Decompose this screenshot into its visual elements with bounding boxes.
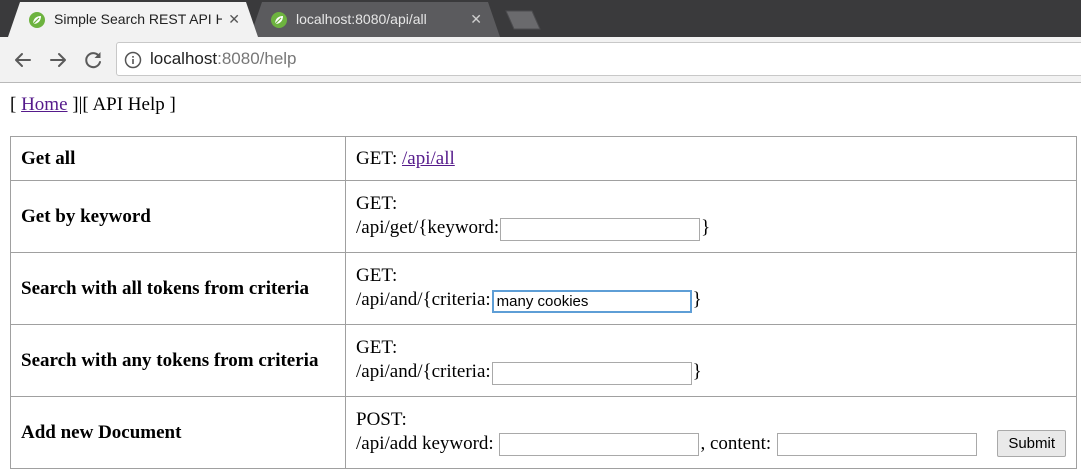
spring-leaf-icon bbox=[270, 11, 288, 29]
endpoint-label: Get by keyword bbox=[10, 180, 346, 253]
tab-api-all[interactable]: localhost:8080/api/all ✕ bbox=[250, 2, 500, 37]
table-row: Get all GET: /api/all bbox=[10, 136, 1077, 181]
keyword-input[interactable] bbox=[500, 217, 701, 241]
url-host: localhost bbox=[150, 49, 218, 68]
current-page-label: API Help bbox=[92, 94, 165, 115]
table-row: Add new Document POST: /api/add keyword:… bbox=[10, 396, 1077, 469]
http-method: GET: bbox=[356, 193, 398, 215]
endpoint-path: /api/get/{keyword: bbox=[356, 217, 500, 239]
browser-toolbar: localhost:8080/help bbox=[0, 37, 1081, 83]
content-label: , content: bbox=[700, 433, 772, 454]
http-method: GET: bbox=[356, 265, 398, 287]
endpoint-cell: GET: /api/get/{keyword:} bbox=[345, 180, 1077, 253]
bracket-text: [ bbox=[10, 94, 22, 115]
endpoint-path: /api/and/{criteria: bbox=[356, 361, 491, 383]
bracket-text: ]|[ bbox=[67, 94, 93, 115]
api-all-link[interactable]: /api/all bbox=[402, 148, 455, 169]
tab-title: localhost:8080/api/all bbox=[296, 11, 427, 27]
http-method: GET: bbox=[356, 337, 398, 359]
info-icon[interactable] bbox=[124, 51, 142, 69]
close-tab-icon[interactable]: ✕ bbox=[470, 9, 482, 29]
spring-leaf-icon bbox=[28, 11, 46, 29]
endpoint-cell: GET: /api/all bbox=[345, 136, 1077, 181]
endpoint-path: /api/and/{criteria: bbox=[356, 289, 491, 311]
table-row: Search with all tokens from criteria GET… bbox=[10, 252, 1077, 325]
tab-simple-search-help[interactable]: Simple Search REST API H ✕ bbox=[8, 2, 258, 37]
submit-button[interactable]: Submit bbox=[997, 430, 1066, 457]
and-criteria-input[interactable] bbox=[491, 289, 692, 313]
table-row: Get by keyword GET: /api/get/{keyword:} bbox=[10, 180, 1077, 253]
any-criteria-input[interactable] bbox=[491, 361, 692, 385]
tab-strip: Simple Search REST API H ✕ localhost:808… bbox=[0, 0, 1081, 37]
tab-title: Simple Search REST API H bbox=[54, 11, 222, 27]
new-tab-button[interactable] bbox=[502, 10, 544, 30]
back-button[interactable] bbox=[10, 47, 36, 73]
add-keyword-input[interactable] bbox=[499, 433, 700, 457]
forward-button[interactable] bbox=[45, 47, 71, 73]
home-link[interactable]: Home bbox=[21, 94, 67, 115]
close-tab-icon[interactable]: ✕ bbox=[228, 9, 240, 29]
endpoint-path: /api/add keyword: bbox=[356, 433, 494, 454]
endpoint-cell: POST: /api/add keyword: , content: Submi… bbox=[345, 396, 1077, 469]
add-content-input[interactable] bbox=[776, 433, 977, 457]
closing-brace: } bbox=[692, 361, 702, 383]
endpoint-label: Add new Document bbox=[10, 396, 346, 469]
closing-brace: } bbox=[701, 217, 711, 239]
reload-icon bbox=[85, 52, 101, 69]
reload-button[interactable] bbox=[80, 47, 106, 73]
closing-brace: } bbox=[692, 289, 702, 311]
endpoint-label: Search with all tokens from criteria bbox=[10, 252, 346, 325]
http-method: POST: bbox=[356, 409, 407, 430]
address-bar[interactable]: localhost:8080/help bbox=[116, 42, 1081, 76]
url-path: :8080/help bbox=[217, 49, 297, 68]
endpoint-cell: GET: /api/and/{criteria:} bbox=[345, 252, 1077, 325]
http-method: GET: bbox=[356, 147, 398, 169]
breadcrumb: [ Home ]|[ API Help ] bbox=[10, 92, 176, 118]
back-arrow-icon bbox=[15, 53, 31, 67]
table-row: Search with any tokens from criteria GET… bbox=[10, 324, 1077, 397]
address-url: localhost:8080/help bbox=[150, 49, 297, 69]
endpoint-label: Search with any tokens from criteria bbox=[10, 324, 346, 397]
page-content: [ Home ]|[ API Help ] bbox=[10, 92, 176, 118]
endpoint-label: Get all bbox=[10, 136, 346, 181]
bracket-text: ] bbox=[164, 94, 176, 115]
forward-arrow-icon bbox=[50, 53, 66, 67]
api-help-table: Get all GET: /api/all Get by keyword GET… bbox=[10, 136, 1077, 469]
endpoint-cell: GET: /api/and/{criteria:} bbox=[345, 324, 1077, 397]
